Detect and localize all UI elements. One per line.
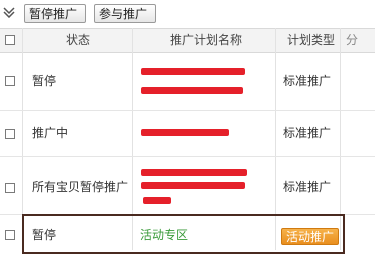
row-plan-type: 标准推广 — [283, 126, 332, 140]
table-row: 推广中 标准推广 — [0, 110, 375, 157]
pause-promotion-button[interactable]: 暂停推广 — [24, 4, 86, 23]
row-checkbox[interactable] — [5, 183, 15, 193]
join-promotion-button[interactable]: 参与推广 — [94, 4, 156, 23]
table-header: 状态 推广计划名称 计划类型 分 — [0, 28, 375, 53]
column-header-plan-name: 推广计划名称 — [170, 33, 243, 47]
row-plan-type: 标准推广 — [283, 180, 332, 194]
redacted-plan-name — [141, 129, 229, 136]
column-header-plan-type: 计划类型 — [287, 33, 336, 47]
redacted-plan-name — [141, 169, 247, 176]
row-checkbox[interactable] — [5, 230, 15, 240]
column-header-status: 状态 — [66, 33, 91, 47]
redacted-plan-name — [141, 87, 243, 94]
row-status: 所有宝贝暂停推广 — [32, 180, 129, 194]
row-plan-type: 标准推广 — [283, 74, 332, 88]
redacted-plan-name — [143, 197, 171, 204]
row-status: 暂停 — [32, 74, 57, 88]
table-row: 暂停 标准推广 — [0, 52, 375, 111]
row-checkbox[interactable] — [5, 76, 15, 86]
row-checkbox[interactable] — [5, 129, 15, 139]
column-header-extra: 分 — [346, 33, 359, 47]
row-highlight-frame — [22, 214, 345, 254]
redacted-plan-name — [141, 68, 245, 75]
collapse-chevron-icon[interactable] — [3, 6, 15, 18]
toolbar: 暂停推广 参与推广 — [0, 0, 375, 28]
select-all-checkbox[interactable] — [5, 35, 15, 45]
row-status: 推广中 — [32, 126, 69, 140]
table-row: 所有宝贝暂停推广 标准推广 — [0, 156, 375, 215]
redacted-plan-name — [141, 182, 245, 189]
